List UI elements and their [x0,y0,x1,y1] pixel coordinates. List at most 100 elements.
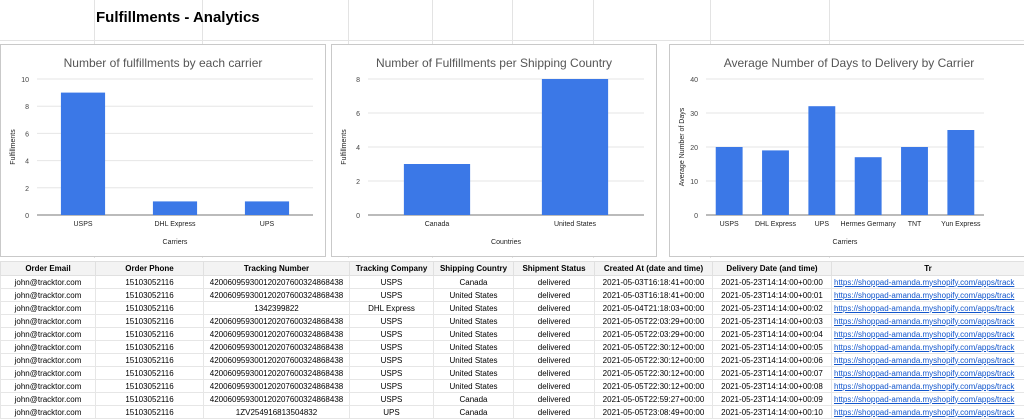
column-header[interactable]: Tracking Company [350,262,434,276]
table-cell[interactable]: USPS [350,367,434,380]
table-cell[interactable]: 15103052116 [96,328,204,341]
bar[interactable] [855,157,882,215]
table-cell[interactable]: Canada [434,393,514,406]
tracking-link[interactable]: https://shoppad-amanda.myshopify.com/app… [832,406,1024,419]
table-cell[interactable]: 420060959300120207600324868438 [204,393,350,406]
tracking-link[interactable]: https://shoppad-amanda.myshopify.com/app… [832,393,1024,406]
table-cell[interactable]: delivered [514,276,595,289]
table-cell[interactable]: 420060959300120207600324868438 [204,315,350,328]
table-cell[interactable]: john@tracktor.com [1,406,96,419]
bar[interactable] [404,164,470,215]
table-cell[interactable]: USPS [350,341,434,354]
bar[interactable] [542,79,608,215]
table-cell[interactable]: 2021-05-23T14:14:00+00:03 [713,315,832,328]
bar[interactable] [901,147,928,215]
table-cell[interactable]: john@tracktor.com [1,341,96,354]
table-cell[interactable]: United States [434,354,514,367]
table-cell[interactable]: 1ZV254916813504832 [204,406,350,419]
table-cell[interactable]: delivered [514,406,595,419]
table-cell[interactable]: United States [434,315,514,328]
table-cell[interactable]: 15103052116 [96,406,204,419]
bar[interactable] [716,147,743,215]
table-cell[interactable]: 420060959300120207600324868438 [204,276,350,289]
tracking-link[interactable]: https://shoppad-amanda.myshopify.com/app… [832,341,1024,354]
table-cell[interactable]: 2021-05-23T14:14:00+00:07 [713,367,832,380]
table-cell[interactable]: 15103052116 [96,393,204,406]
table-cell[interactable]: john@tracktor.com [1,393,96,406]
table-cell[interactable]: 2021-05-23T14:14:00+00:00 [713,276,832,289]
table-cell[interactable]: john@tracktor.com [1,302,96,315]
table-cell[interactable]: United States [434,328,514,341]
table-cell[interactable]: 420060959300120207600324868438 [204,367,350,380]
table-cell[interactable]: 2021-05-05T22:30:12+00:00 [595,367,713,380]
table-cell[interactable]: 2021-05-03T16:18:41+00:00 [595,276,713,289]
tracking-link[interactable]: https://shoppad-amanda.myshopify.com/app… [832,380,1024,393]
table-cell[interactable]: Canada [434,406,514,419]
table-cell[interactable]: 420060959300120207600324868438 [204,289,350,302]
tracking-link[interactable]: https://shoppad-amanda.myshopify.com/app… [832,315,1024,328]
table-cell[interactable]: 2021-05-04T21:18:03+00:00 [595,302,713,315]
chart-fulfillments-by-country[interactable]: Number of Fulfillments per Shipping Coun… [331,44,657,257]
table-cell[interactable]: john@tracktor.com [1,354,96,367]
bar[interactable] [245,201,289,215]
chart-avg-days-by-carrier[interactable]: Average Number of Days to Delivery by Ca… [669,44,1024,257]
table-cell[interactable]: 15103052116 [96,302,204,315]
column-header[interactable]: Shipment Status [514,262,595,276]
table-cell[interactable]: DHL Express [350,302,434,315]
table-cell[interactable]: delivered [514,315,595,328]
table-cell[interactable]: United States [434,302,514,315]
column-header[interactable]: Tr [832,262,1024,276]
column-header[interactable]: Shipping Country [434,262,514,276]
table-cell[interactable]: john@tracktor.com [1,367,96,380]
table-cell[interactable]: USPS [350,380,434,393]
table-cell[interactable]: delivered [514,302,595,315]
table-cell[interactable]: 2021-05-03T16:18:41+00:00 [595,289,713,302]
table-cell[interactable]: 1342399822 [204,302,350,315]
bar[interactable] [947,130,974,215]
column-header[interactable]: Created At (date and time) [595,262,713,276]
table-cell[interactable]: USPS [350,328,434,341]
table-cell[interactable]: 2021-05-05T22:03:29+00:00 [595,328,713,341]
table-cell[interactable]: 15103052116 [96,354,204,367]
table-cell[interactable]: United States [434,367,514,380]
table-cell[interactable]: 2021-05-23T14:14:00+00:08 [713,380,832,393]
table-cell[interactable]: john@tracktor.com [1,289,96,302]
table-cell[interactable]: 420060959300120207600324868438 [204,380,350,393]
bar[interactable] [762,150,789,215]
table-cell[interactable]: 2021-05-05T22:30:12+00:00 [595,341,713,354]
table-cell[interactable]: 2021-05-23T14:14:00+00:06 [713,354,832,367]
table-cell[interactable]: 2021-05-23T14:14:00+00:05 [713,341,832,354]
table-cell[interactable]: USPS [350,354,434,367]
table-cell[interactable]: delivered [514,354,595,367]
table-cell[interactable]: john@tracktor.com [1,315,96,328]
table-cell[interactable]: 2021-05-23T14:14:00+00:10 [713,406,832,419]
column-header[interactable]: Order Email [1,262,96,276]
bar[interactable] [61,93,105,215]
tracking-link[interactable]: https://shoppad-amanda.myshopify.com/app… [832,328,1024,341]
bar[interactable] [153,201,197,215]
table-cell[interactable]: United States [434,341,514,354]
table-cell[interactable]: USPS [350,315,434,328]
table-cell[interactable]: delivered [514,328,595,341]
table-cell[interactable]: UPS [350,406,434,419]
table-cell[interactable]: delivered [514,289,595,302]
table-cell[interactable]: 2021-05-05T22:30:12+00:00 [595,354,713,367]
bar[interactable] [808,106,835,215]
table-cell[interactable]: delivered [514,380,595,393]
table-cell[interactable]: USPS [350,289,434,302]
table-cell[interactable]: 2021-05-05T22:03:29+00:00 [595,315,713,328]
table-cell[interactable]: 15103052116 [96,341,204,354]
table-cell[interactable]: 2021-05-23T14:14:00+00:09 [713,393,832,406]
table-cell[interactable]: 15103052116 [96,315,204,328]
table-cell[interactable]: United States [434,380,514,393]
table-cell[interactable]: USPS [350,276,434,289]
table-cell[interactable]: john@tracktor.com [1,328,96,341]
table-cell[interactable]: delivered [514,393,595,406]
table-cell[interactable]: 420060959300120207600324868438 [204,354,350,367]
tracking-link[interactable]: https://shoppad-amanda.myshopify.com/app… [832,276,1024,289]
table-cell[interactable]: delivered [514,367,595,380]
table-cell[interactable]: 2021-05-05T22:30:12+00:00 [595,380,713,393]
table-cell[interactable]: john@tracktor.com [1,276,96,289]
table-cell[interactable]: 15103052116 [96,289,204,302]
table-cell[interactable]: delivered [514,341,595,354]
